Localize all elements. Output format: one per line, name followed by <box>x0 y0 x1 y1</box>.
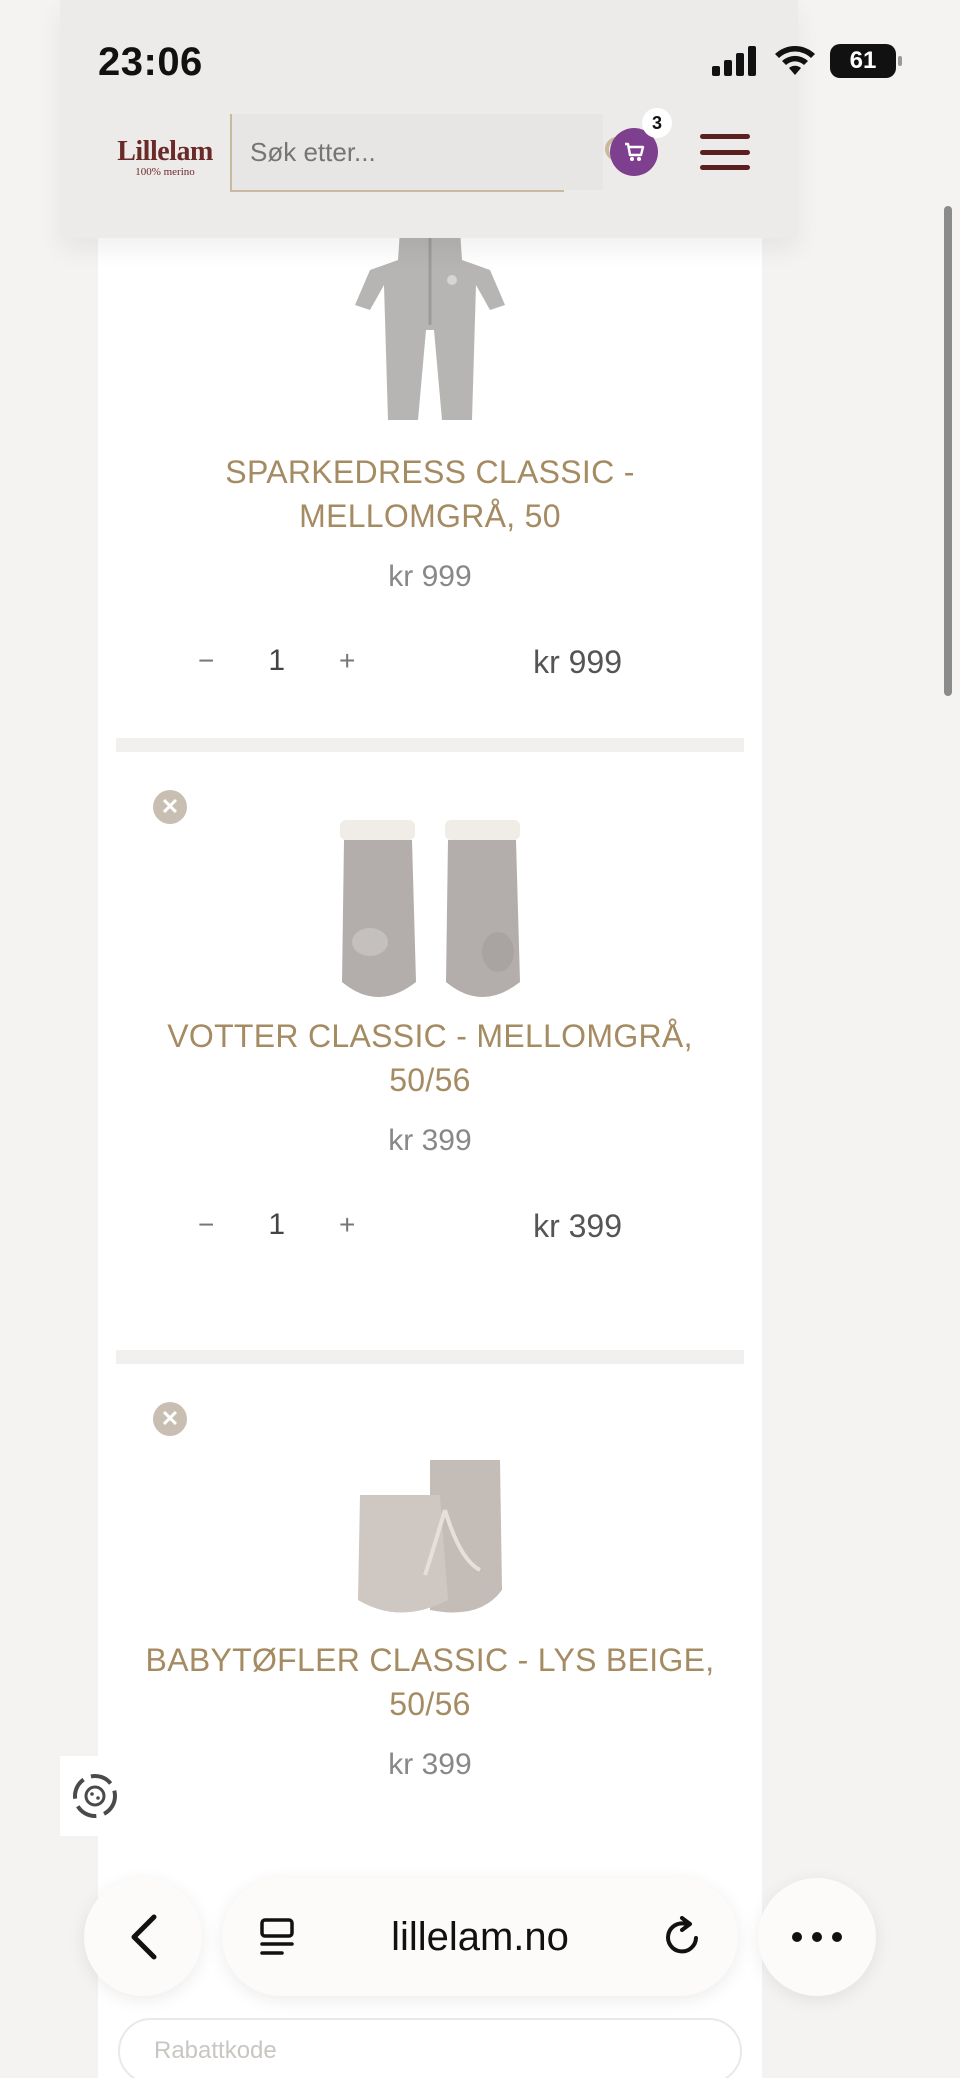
cookie-icon <box>73 1774 117 1818</box>
cart-button[interactable]: 3 <box>610 108 672 176</box>
qty-value[interactable]: 1 <box>268 1208 285 1242</box>
cart-list: SPARKEDRESS CLASSIC - MELLOMGRÅ, 50 kr 9… <box>98 200 762 2078</box>
brand-logo[interactable]: Lillelam 100% merino <box>110 136 220 178</box>
cart-icon <box>625 142 645 161</box>
line-total: kr 999 <box>533 644 622 680</box>
quantity-stepper: − 1 + <box>198 644 355 678</box>
product-title[interactable]: BABYTØFLER CLASSIC - LYS BEIGE, 50/56 <box>138 1638 722 1726</box>
reload-icon[interactable] <box>662 1916 704 1958</box>
search-bar <box>230 114 637 192</box>
logo-text: Lillelam <box>117 136 213 167</box>
product-image-mittens[interactable] <box>330 812 530 1012</box>
reader-mode-icon[interactable] <box>258 1917 298 1957</box>
product-image-jumpsuit[interactable] <box>330 230 530 430</box>
status-icons: 61 <box>712 44 902 78</box>
browser-more-button[interactable] <box>758 1878 876 1996</box>
product-title[interactable]: VOTTER CLASSIC - MELLOMGRÅ, 50/56 <box>138 1014 722 1102</box>
product-price: kr 399 <box>388 1748 472 1781</box>
product-price: kr 999 <box>388 560 472 593</box>
line-total: kr 399 <box>533 1208 622 1244</box>
more-dots-icon <box>792 1932 842 1942</box>
battery-level: 61 <box>849 47 877 74</box>
product-title[interactable]: SPARKEDRESS CLASSIC - MELLOMGRÅ, 50 <box>138 450 722 538</box>
product-price: kr 399 <box>388 1124 472 1157</box>
remove-item-button[interactable]: ✕ <box>153 1402 187 1436</box>
remove-item-button[interactable]: ✕ <box>153 790 187 824</box>
qty-decrease-button[interactable]: − <box>198 1209 214 1241</box>
cookie-settings-button[interactable] <box>60 1756 130 1836</box>
status-time: 23:06 <box>98 40 203 84</box>
signal-icon <box>712 46 756 76</box>
hamburger-menu-icon[interactable] <box>700 134 750 170</box>
browser-back-button[interactable] <box>84 1878 202 1996</box>
item-divider <box>116 1350 744 1364</box>
qty-increase-button[interactable]: + <box>339 1209 355 1241</box>
qty-increase-button[interactable]: + <box>339 645 355 677</box>
page-scrollbar[interactable] <box>944 206 952 696</box>
discount-code-input[interactable]: Rabattkode <box>118 2018 742 2078</box>
qty-decrease-button[interactable]: − <box>198 645 214 677</box>
browser-url[interactable]: lillelam.no <box>298 1915 662 1960</box>
quantity-stepper: − 1 + <box>198 1208 355 1242</box>
qty-value[interactable]: 1 <box>268 644 285 678</box>
battery-indicator: 61 <box>830 44 902 78</box>
item-divider <box>116 738 744 752</box>
header: 23:06 61 Lillelam 100% merino Søk etter.… <box>60 0 902 238</box>
cart-count-badge: 3 <box>642 108 672 138</box>
search-input[interactable] <box>232 114 603 190</box>
wifi-icon <box>775 46 815 75</box>
browser-address-bar[interactable]: lillelam.no <box>222 1878 738 1996</box>
chevron-left-icon <box>131 1914 157 1960</box>
product-image-booties[interactable] <box>330 1450 530 1630</box>
